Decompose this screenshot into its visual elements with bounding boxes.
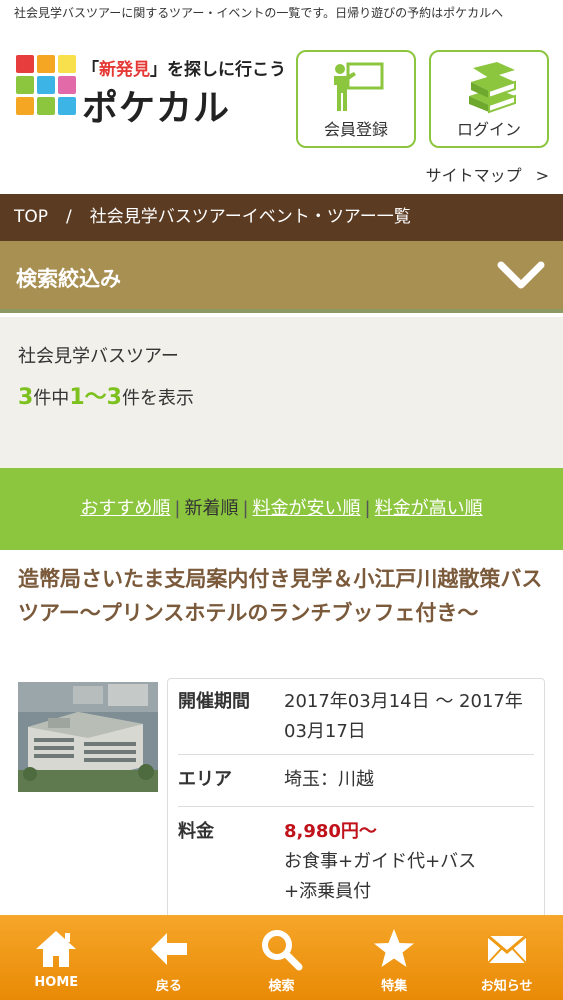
- result-total-suffix: 件中: [33, 388, 70, 409]
- search-filter-toggle[interactable]: 検索絞込み: [0, 241, 563, 313]
- star-icon: [374, 929, 415, 967]
- logo-color-square: [16, 97, 34, 115]
- tour-info-table: 開催期間 2017年03月14日 〜 2017年03月17日 エリア 埼玉：川越…: [167, 678, 545, 928]
- member-register-icon: [334, 62, 384, 111]
- breadcrumb-separator: /: [66, 207, 72, 227]
- result-range-suffix: 件を表示: [121, 388, 194, 409]
- logo-name: ポケカル: [82, 88, 231, 129]
- sort-separator: |: [364, 498, 371, 519]
- sort-newest-current: 新着順: [184, 498, 239, 519]
- breadcrumb-top-link[interactable]: TOP: [14, 207, 48, 227]
- sort-separator: |: [174, 498, 181, 519]
- tour-area-label: エリア: [178, 769, 232, 790]
- back-arrow-icon: [150, 933, 187, 965]
- logo-color-square: [37, 76, 55, 94]
- nav-home-button[interactable]: HOME: [0, 915, 113, 1000]
- tour-area-row: エリア 埼玉：川越: [178, 765, 534, 807]
- nav-search-label: 検索: [268, 979, 295, 994]
- tour-price-note: お食事+ガイド代+バス+添乗員付: [284, 851, 477, 902]
- bottom-navigation: HOME 戻る 検索 特集 お知らせ: [0, 915, 563, 1000]
- logo-slogan: 「新発見」を探しに行こう: [82, 55, 286, 80]
- logo-color-square: [37, 55, 55, 73]
- sort-recommended-link[interactable]: おすすめ順: [80, 498, 170, 519]
- breadcrumb-current: 社会見学バスツアーイベント・ツアー一覧: [89, 207, 411, 227]
- logo-color-square: [16, 76, 34, 94]
- tour-price-label: 料金: [178, 821, 214, 842]
- sitemap-label: サイトマップ: [425, 166, 522, 185]
- pokekaru-logo[interactable]: 「新発見」を探しに行こう ポケカル: [16, 55, 286, 129]
- logo-color-square: [58, 55, 76, 73]
- result-total: 3: [18, 385, 34, 410]
- nav-back-label: 戻る: [155, 979, 182, 994]
- sort-price-low-link[interactable]: 料金が安い順: [253, 498, 361, 519]
- tour-period-row: 開催期間 2017年03月14日 〜 2017年03月17日: [178, 687, 534, 755]
- sort-separator: |: [242, 498, 249, 519]
- member-register-label: 会員登録: [323, 120, 388, 139]
- nav-news-label: お知らせ: [480, 979, 533, 994]
- building-photo-image: [18, 682, 158, 792]
- slogan-rest: 」を探しに行こう: [150, 60, 286, 80]
- slogan-highlight: 新発見: [99, 60, 150, 80]
- result-range: 1〜3: [69, 385, 122, 410]
- slogan-open-bracket: 「: [82, 60, 99, 80]
- search-filter-title: 検索絞込み: [16, 267, 121, 291]
- tour-title-link[interactable]: 造幣局さいたま支局案内付き見学＆小江戸川越散策バスツアー〜プリンスホテルのランチ…: [18, 562, 548, 630]
- sort-price-high-link[interactable]: 料金が高い順: [375, 498, 483, 519]
- tour-price-row: 料金 8,980円〜 お食事+ガイド代+バス+添乗員付: [178, 817, 534, 921]
- sitemap-link[interactable]: サイトマップ >: [426, 162, 549, 186]
- mail-icon: [486, 934, 527, 964]
- chevron-down-icon: [497, 261, 545, 289]
- nav-search-button[interactable]: 検索: [225, 915, 338, 1000]
- nav-home-label: HOME: [34, 975, 79, 990]
- logo-color-square: [58, 97, 76, 115]
- nav-feature-button[interactable]: 特集: [338, 915, 451, 1000]
- logo-color-square: [58, 76, 76, 94]
- nav-back-button[interactable]: 戻る: [113, 915, 226, 1000]
- login-button[interactable]: ログイン: [429, 50, 549, 148]
- home-icon: [36, 931, 77, 967]
- logo-mark-icon: [16, 55, 76, 115]
- books-icon: [469, 62, 516, 114]
- tour-thumbnail[interactable]: [18, 682, 158, 792]
- login-label: ログイン: [456, 120, 521, 139]
- tour-price-block: 8,980円〜 お食事+ガイド代+バス+添乗員付: [284, 817, 534, 907]
- result-summary: 社会見学バスツアー 3件中1〜3件を表示: [0, 317, 563, 468]
- tour-area-value: 埼玉：川越: [284, 769, 374, 790]
- tour-price-value: 8,980円〜: [284, 821, 377, 842]
- sort-bar: おすすめ順 | 新着順 | 料金が安い順 | 料金が高い順: [0, 468, 563, 550]
- member-register-button[interactable]: 会員登録: [296, 50, 416, 148]
- logo-color-square: [16, 55, 34, 73]
- tour-period-label: 開催期間: [178, 691, 250, 712]
- nav-feature-label: 特集: [381, 979, 408, 994]
- logo-color-square: [37, 97, 55, 115]
- tour-period-value: 2017年03月14日 〜 2017年03月17日: [284, 691, 523, 742]
- result-count: 3件中1〜3件を表示: [18, 379, 194, 411]
- nav-news-button[interactable]: お知らせ: [450, 915, 563, 1000]
- result-category: 社会見学バスツアー: [18, 346, 179, 367]
- site-tagline: 社会見学バスツアーに関するツアー・イベントの一覧です。日帰り遊びの予約はポケカル…: [14, 6, 504, 20]
- search-icon: [262, 930, 303, 971]
- breadcrumb: TOP / 社会見学バスツアーイベント・ツアー一覧: [0, 194, 563, 241]
- chevron-right-icon: >: [535, 166, 549, 185]
